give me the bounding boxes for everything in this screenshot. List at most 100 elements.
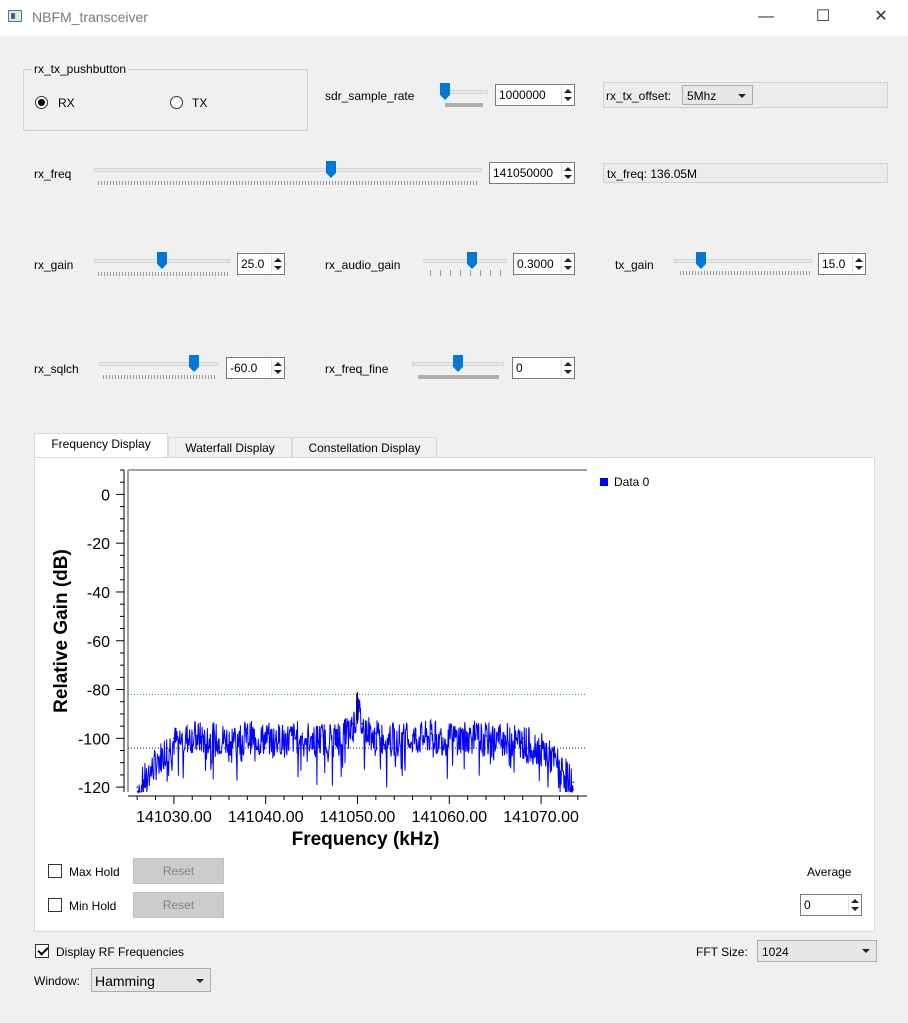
spin-arrows-icon[interactable] <box>271 255 283 273</box>
rx-freq-fine-value[interactable]: 0 <box>516 361 523 375</box>
rx-radio-label[interactable]: RX <box>58 96 75 110</box>
data-point <box>173 737 175 740</box>
spin-arrows-icon[interactable] <box>852 255 864 273</box>
max-hold-checkbox[interactable] <box>48 864 62 878</box>
data-point <box>163 747 166 749</box>
data-point <box>246 732 249 735</box>
tx-radio-label[interactable]: TX <box>192 96 207 110</box>
tx-radio[interactable] <box>170 96 183 109</box>
window-fn-value[interactable]: Hamming <box>95 973 155 989</box>
data-point <box>338 732 340 735</box>
tx-gain-value[interactable]: 15.0 <box>822 257 845 271</box>
chevron-down-icon[interactable] <box>738 94 746 98</box>
frequency-plot[interactable]: 0 -20 -40 -60 -80 -100 -120 141030.00 141040.00… <box>35 458 874 868</box>
rx-audio-gain-slider[interactable] <box>423 259 507 263</box>
data-point <box>485 735 487 737</box>
tx-gain-ticks <box>680 271 810 275</box>
rx-freq-spinbox[interactable]: 141050000 <box>489 162 575 184</box>
data-point <box>150 766 152 769</box>
y-tick-label: -120 <box>78 780 110 797</box>
tab-constellation-display[interactable]: Constellation Display <box>292 437 437 459</box>
data-point <box>136 786 138 788</box>
rx-tx-offset-label: rx_tx_offset: <box>606 89 672 103</box>
data-point <box>301 732 304 735</box>
y-tick-label: -60 <box>87 634 110 651</box>
tab-frequency-display[interactable]: Frequency Display <box>34 433 168 457</box>
chevron-down-icon[interactable] <box>196 979 204 983</box>
spin-arrows-icon[interactable] <box>561 164 573 182</box>
spin-arrows-icon[interactable] <box>561 359 573 377</box>
data-point <box>572 781 575 784</box>
chevron-down-icon[interactable] <box>862 949 870 953</box>
sdr-sample-rate-value[interactable]: 1000000 <box>499 88 546 102</box>
fft-size-value[interactable]: 1024 <box>762 945 789 959</box>
x-axis-label: Frequency (kHz) <box>292 829 440 850</box>
min-hold-checkbox[interactable] <box>48 898 62 912</box>
tx-freq-panel: tx_freq: 136.05M <box>603 163 888 183</box>
average-spinbox[interactable]: 0 <box>800 894 862 916</box>
sdr-sample-rate-handle[interactable] <box>440 83 450 100</box>
rx-tx-offset-value[interactable]: 5Mhz <box>687 89 716 103</box>
rx-gain-ticks <box>98 272 228 276</box>
tx-gain-handle[interactable] <box>696 252 706 269</box>
window-fn-combo[interactable]: Hamming <box>91 968 211 992</box>
rx-freq-fine-handle[interactable] <box>453 355 463 372</box>
display-rf-label[interactable]: Display RF Frequencies <box>56 945 184 959</box>
rx-sqlch-value[interactable]: -60.0 <box>230 361 257 375</box>
spin-arrows-icon[interactable] <box>271 359 283 377</box>
tab-waterfall-display[interactable]: Waterfall Display <box>168 437 292 459</box>
rx-tx-group-title: rx_tx_pushbutton <box>32 62 129 76</box>
spin-arrows-icon[interactable] <box>561 255 573 273</box>
rx-freq-fine-spinbox[interactable]: 0 <box>512 357 575 379</box>
spin-arrows-icon[interactable] <box>561 86 573 104</box>
rx-tx-offset-combo[interactable]: 5Mhz <box>682 85 753 105</box>
rx-sqlch-handle[interactable] <box>189 355 199 372</box>
rx-freq-slider[interactable] <box>94 168 482 172</box>
rx-gain-label: rx_gain <box>34 258 74 272</box>
tx-gain-label: tx_gain <box>615 258 654 272</box>
rx-sqlch-slider[interactable] <box>99 362 218 366</box>
rx-gain-handle[interactable] <box>157 252 167 269</box>
rx-audio-gain-label: rx_audio_gain <box>325 258 401 272</box>
average-value[interactable]: 0 <box>804 898 811 912</box>
y-tick-label: -20 <box>87 536 110 553</box>
sdr-sample-rate-ticks <box>445 103 483 107</box>
min-hold-reset-button[interactable]: Reset <box>133 892 224 918</box>
sdr-sample-rate-spinbox[interactable]: 1000000 <box>495 84 575 106</box>
data-point <box>558 761 561 764</box>
data-point <box>466 732 469 735</box>
x-tick-label: 141060.00 <box>411 809 487 826</box>
x-tick-label: 141050.00 <box>320 809 396 826</box>
rx-gain-spinbox[interactable]: 25.0 <box>237 253 285 275</box>
display-rf-checkbox[interactable] <box>35 944 49 958</box>
rx-audio-gain-handle[interactable] <box>467 252 477 269</box>
rx-radio[interactable] <box>35 96 48 109</box>
rx-freq-fine-ticks <box>418 375 499 379</box>
sdr-sample-rate-label: sdr_sample_rate <box>325 89 415 103</box>
max-hold-label[interactable]: Max Hold <box>69 865 120 879</box>
rx-audio-gain-value[interactable]: 0.3000 <box>517 257 554 271</box>
spin-arrows-icon[interactable] <box>848 896 860 914</box>
rx-freq-value[interactable]: 141050000 <box>493 166 553 180</box>
rx-sqlch-spinbox[interactable]: -60.0 <box>226 357 285 379</box>
max-hold-reset-button[interactable]: Reset <box>133 858 224 884</box>
tx-gain-spinbox[interactable]: 15.0 <box>818 253 866 275</box>
x-axis: 141030.00 141040.00 141050.00 141060.00 1410… <box>128 795 587 826</box>
close-icon[interactable]: ✕ <box>866 6 896 28</box>
rx-gain-value[interactable]: 25.0 <box>241 257 264 271</box>
data-point <box>503 735 506 737</box>
data-point <box>264 735 267 737</box>
data-point <box>283 735 285 737</box>
rx-sqlch-label: rx_sqlch <box>34 362 79 376</box>
data-point <box>375 732 377 735</box>
min-hold-label[interactable]: Min Hold <box>69 899 116 913</box>
tx-gain-slider[interactable] <box>674 259 812 263</box>
x-tick-label: 141030.00 <box>136 809 212 826</box>
app-icon <box>8 10 22 22</box>
rx-audio-gain-spinbox[interactable]: 0.3000 <box>513 253 575 275</box>
maximize-icon[interactable]: ☐ <box>808 6 838 28</box>
fft-size-combo[interactable]: 1024 <box>757 940 877 962</box>
sdr-sample-rate-slider[interactable] <box>444 90 488 94</box>
minimize-icon[interactable]: — <box>751 6 781 28</box>
rx-freq-handle[interactable] <box>326 161 336 178</box>
